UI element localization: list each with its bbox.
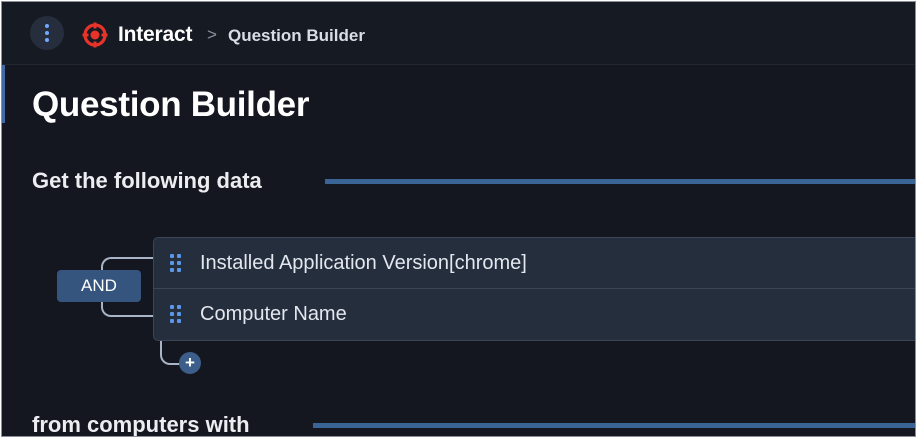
sensor-row-label: Installed Application Version[chrome] (200, 252, 527, 274)
more-menu-button[interactable] (30, 16, 64, 50)
get-data-section-title: Get the following data (32, 168, 262, 193)
drag-handle-icon[interactable] (170, 305, 182, 323)
filter-section-title: from computers with (32, 412, 250, 437)
plus-icon: + (185, 353, 195, 372)
page-title: Question Builder (32, 85, 310, 124)
add-connector (160, 339, 181, 365)
drag-handle-icon[interactable] (170, 254, 182, 272)
add-sensor-button[interactable]: + (179, 352, 201, 374)
sensor-row[interactable]: Installed Application Version[chrome] (154, 238, 915, 289)
breadcrumb-current: Question Builder (228, 26, 365, 45)
operator-connector-bottom (101, 302, 156, 317)
app-name-link[interactable]: Interact (118, 22, 192, 48)
interact-logo-icon (82, 22, 108, 48)
left-accent-bar (2, 65, 5, 123)
more-vertical-icon (45, 24, 49, 42)
top-bar: Interact > Question Builder (2, 2, 915, 65)
breadcrumb-separator: > (207, 25, 217, 44)
filter-section-divider (313, 423, 915, 428)
sensor-row[interactable]: Computer Name (154, 289, 915, 339)
sensor-row-label: Computer Name (200, 303, 347, 325)
get-data-section-divider (325, 179, 915, 184)
selected-sensors-list: Installed Application Version[chrome] Co… (153, 237, 915, 341)
and-operator-button[interactable]: AND (57, 270, 141, 302)
app-window: Interact > Question Builder Question Bui… (1, 1, 916, 437)
